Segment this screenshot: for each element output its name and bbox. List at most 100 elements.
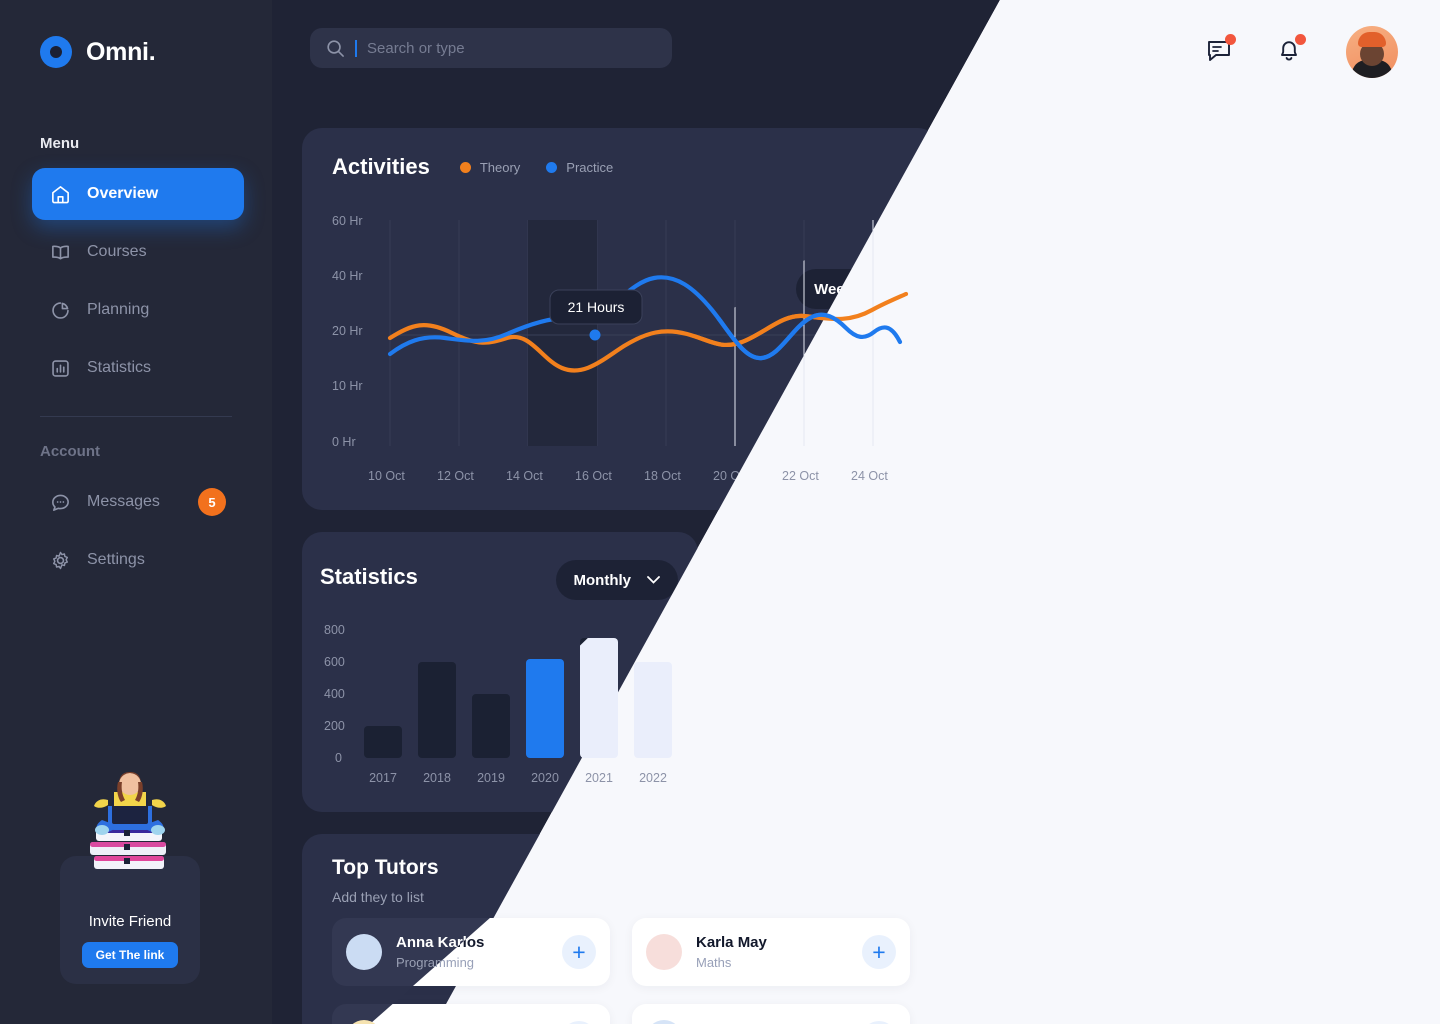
- avatar[interactable]: [1346, 26, 1398, 78]
- course-progress-row: Business Marketing 20/100: [980, 943, 1376, 983]
- event-name: 3D Animation Conference: [1072, 581, 1280, 601]
- sidebar-item-courses[interactable]: Courses: [32, 226, 244, 278]
- avatar: [646, 1020, 682, 1024]
- message-icon[interactable]: [1206, 33, 1236, 68]
- book-icon: [52, 245, 69, 260]
- progress-fill: [980, 969, 1060, 983]
- account-nav: Messages 5 Settings: [0, 476, 272, 586]
- home-icon: [52, 185, 69, 203]
- planning-list: 3D Animation Conference December 14, 08:…: [974, 218, 1384, 666]
- chevron-down-icon: [1351, 170, 1363, 178]
- event-name: Machine Learning Lesson: [1072, 469, 1281, 489]
- sidebar-item-label: Courses: [87, 243, 147, 260]
- notification-dot: [1295, 33, 1306, 45]
- course-name: Business Marketing: [980, 943, 1111, 960]
- menu-nav: Overview Courses Planning Statistics: [0, 168, 272, 394]
- planning-item[interactable]: 3D Animation Conference December 14, 08:…: [974, 218, 1384, 316]
- y-tick-800: 800: [324, 623, 345, 637]
- sidebar-item-settings[interactable]: Settings: [32, 534, 244, 586]
- y-tick-60: 60 Hr: [332, 214, 363, 228]
- event-date: December 14, 08:30 PM: [1072, 272, 1224, 289]
- sidebar-item-label: Statistics: [87, 359, 152, 376]
- y-tick-400: 400: [324, 687, 345, 701]
- tutor-role: Maths: [696, 955, 732, 970]
- tutor-card[interactable]: Alan Baker +: [632, 1004, 910, 1024]
- legend-process-label: Process: [756, 779, 806, 794]
- legend-dot-icon: [831, 780, 844, 793]
- sidebar-item-planning[interactable]: Planning: [32, 284, 244, 336]
- more-options-icon[interactable]: [1353, 364, 1369, 394]
- sidebar-item-messages[interactable]: Messages 5: [32, 476, 244, 528]
- progress-track: [980, 969, 1376, 983]
- avatar: [646, 934, 682, 970]
- planning-item[interactable]: Machine Learning Lesson December 18, 10:…: [974, 442, 1384, 540]
- get-the-link-button[interactable]: Get The link: [81, 942, 179, 968]
- plus-icon[interactable]: +: [562, 935, 596, 969]
- y-tick-0: 0: [335, 751, 342, 765]
- bar-2017: [364, 726, 402, 758]
- search-input[interactable]: Search or type: [367, 40, 465, 57]
- more-options-icon[interactable]: [1353, 476, 1369, 506]
- sidebar-item-label: Overview: [87, 185, 159, 202]
- svg-text:2022: 2022: [639, 771, 667, 785]
- notification-dot: [1225, 33, 1236, 45]
- course-name: Team Building: [980, 880, 1075, 897]
- bar-chart-icon: [52, 359, 69, 377]
- chart-tooltip: 21 Hours: [549, 289, 643, 325]
- menu-section-label: Menu: [40, 135, 80, 152]
- person-on-books-illustration: [90, 772, 166, 869]
- brand[interactable]: Omni.: [0, 0, 272, 68]
- course-progress-row: Java Code 75/100: [980, 754, 1376, 794]
- top-tutors-title: Top Tutors: [332, 856, 439, 879]
- y-tick-600: 600: [324, 655, 345, 669]
- sidebar-item-label: Messages: [87, 493, 160, 510]
- svg-text:2021: 2021: [585, 771, 613, 785]
- my-planning-title: My Planning: [976, 160, 1106, 185]
- progress-track: [980, 780, 1376, 794]
- more-options-icon[interactable]: [1353, 588, 1369, 618]
- gear-icon: [52, 551, 69, 569]
- search-bar[interactable]: Search or type: [310, 28, 672, 68]
- sidebar-item-overview[interactable]: Overview: [32, 168, 244, 220]
- course-activities-card: Cource Activites 75% Process In Process: [714, 532, 938, 812]
- x-tick-12-oct: 12 Oct: [437, 469, 474, 483]
- planning-range-dropdown[interactable]: Week: [1283, 156, 1382, 192]
- completed-course-card: Complated Course Java Code 75/100 Design…: [956, 684, 1400, 1024]
- course-progress-row: Team Building 30/100: [980, 880, 1376, 920]
- y-tick-10: 10 Hr: [332, 379, 363, 393]
- svg-text:24 Oct: 24 Oct: [851, 469, 888, 483]
- topbar-icons: [1206, 26, 1398, 78]
- legend-dot-icon: [735, 780, 748, 793]
- course-progress-row: Design Basic 65/100: [980, 817, 1376, 857]
- course-score: 30/100: [1330, 880, 1376, 897]
- completed-course-list: Java Code 75/100 Design Basic 65/100 Tea…: [956, 732, 1400, 983]
- more-options-icon[interactable]: [1353, 252, 1369, 282]
- my-planning-card: My Planning Week 3D Animation Conference…: [956, 132, 1400, 666]
- pie-chart-icon: [52, 301, 69, 319]
- bar-2018: [418, 662, 456, 758]
- sidebar-item-statistics[interactable]: Statistics: [32, 342, 244, 394]
- text-cursor: [355, 39, 357, 57]
- tutor-card[interactable]: Karla May Maths +: [632, 918, 910, 986]
- plus-icon[interactable]: +: [862, 935, 896, 969]
- legend-process: Process: [735, 779, 806, 794]
- event-name: Handle UX Research: [1072, 357, 1239, 377]
- y-tick-20: 20 Hr: [332, 324, 363, 338]
- legend-in-process: In Process: [831, 779, 916, 794]
- planning-item[interactable]: Handle UX Research December 18, 10:30 PM: [974, 330, 1384, 428]
- y-tick-40: 40 Hr: [332, 269, 363, 283]
- planning-item[interactable]: 3D Animation Conference December 22, 10:…: [974, 554, 1384, 652]
- progress-fill: [980, 843, 1238, 857]
- event-thumbnail: [990, 235, 1054, 299]
- ellipsis-icon[interactable]: [1356, 717, 1378, 723]
- donut-center-label: 75%: [804, 661, 848, 686]
- event-name: 3D Animation Conference: [1072, 245, 1280, 265]
- progress-fill: [980, 906, 1099, 920]
- chart-data-point: [589, 329, 601, 341]
- bell-icon[interactable]: [1276, 33, 1306, 68]
- x-tick-10-oct: 10 Oct: [368, 469, 405, 483]
- target-circle-icon: [40, 36, 72, 68]
- event-date: December 22, 10:30 PM: [1072, 608, 1224, 625]
- course-name: Java Code: [980, 754, 1052, 771]
- x-tick-2017: 2017: [369, 771, 397, 785]
